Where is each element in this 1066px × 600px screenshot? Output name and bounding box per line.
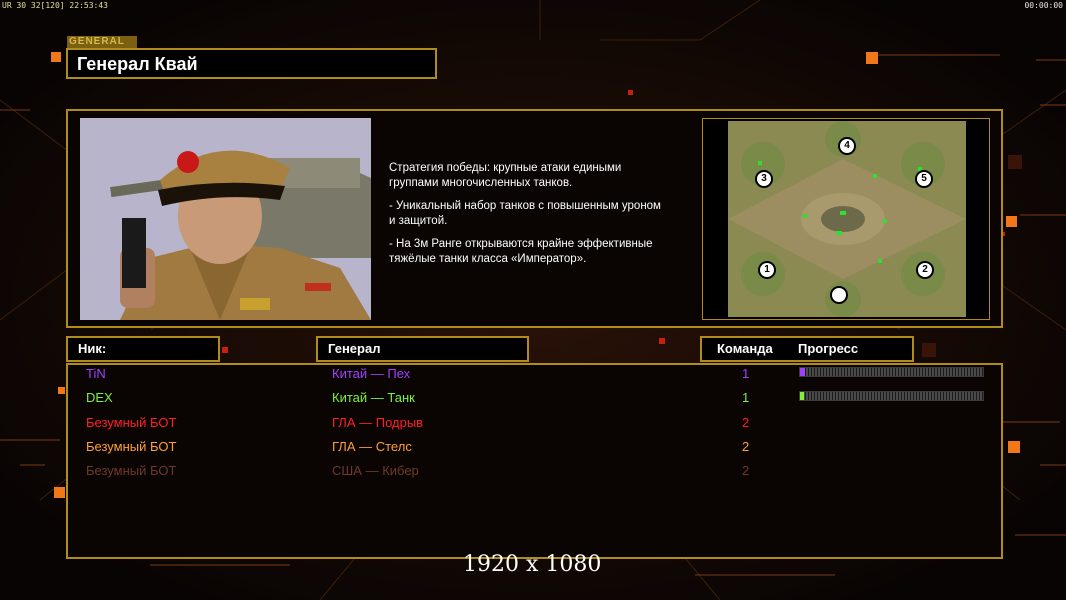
clock-overlay: 00:00:00 xyxy=(1024,1,1063,10)
player-team[interactable]: 1 xyxy=(742,390,754,405)
general-portrait xyxy=(80,118,371,320)
title-panel: Генерал Квай xyxy=(66,48,437,79)
player-row[interactable]: Безумный БОТ ГЛА — Подрыв 2 xyxy=(0,415,1066,433)
spawn-marker-5[interactable]: 5 xyxy=(915,170,933,188)
player-team[interactable]: 2 xyxy=(742,463,754,478)
spawn-marker-2[interactable]: 2 xyxy=(916,261,934,279)
player-team[interactable]: 2 xyxy=(742,439,754,454)
header-progress: Прогресс xyxy=(798,341,859,356)
spawn-marker-4[interactable]: 4 xyxy=(838,137,856,155)
player-row[interactable]: Безумный БОТ ГЛА — Стелс 2 xyxy=(0,439,1066,457)
portrait-illustration xyxy=(80,118,371,320)
fps-readout: UR 30 32[120] 22:53:43 xyxy=(2,1,108,10)
spawn-marker-empty[interactable] xyxy=(830,286,848,304)
player-general[interactable]: США — Кибер xyxy=(332,463,419,478)
general-tag: GENERAL xyxy=(67,36,137,48)
player-nick[interactable]: Безумный БОТ xyxy=(86,415,176,430)
progress-fill xyxy=(800,368,805,376)
player-nick[interactable]: Безумный БОТ xyxy=(86,463,176,478)
header-nick: Ник: xyxy=(66,336,220,362)
description-line: Стратегия победы: крупные атаки едиными … xyxy=(389,162,622,189)
spawn-marker-3[interactable]: 3 xyxy=(755,170,773,188)
player-row[interactable]: TiN Китай — Пех 1 xyxy=(0,366,1066,384)
header-general: Генерал xyxy=(316,336,529,362)
spawn-marker-1[interactable]: 1 xyxy=(758,261,776,279)
player-general[interactable]: ГЛА — Стелс xyxy=(332,439,412,454)
description-line: - Уникальный набор танков с повышенным у… xyxy=(389,200,661,227)
player-row[interactable]: DEX Китай — Танк 1 xyxy=(0,390,1066,408)
progress-bar xyxy=(799,367,984,377)
player-nick[interactable]: Безумный БОТ xyxy=(86,439,176,454)
player-nick[interactable]: DEX xyxy=(86,390,113,405)
header-team: Команда xyxy=(717,341,773,356)
resolution-label: 1920 x 1080 xyxy=(463,552,602,577)
description-line: - На 3м Ранге открываются крайне эффекти… xyxy=(389,238,653,265)
player-team[interactable]: 1 xyxy=(742,366,754,381)
player-nick[interactable]: TiN xyxy=(86,366,106,381)
player-general[interactable]: Китай — Пех xyxy=(332,366,410,381)
player-row[interactable]: Безумный БОТ США — Кибер 2 xyxy=(0,463,1066,481)
player-general[interactable]: ГЛА — Подрыв xyxy=(332,415,423,430)
header-team-progress: Команда Прогресс xyxy=(700,336,914,362)
strategy-description: Стратегия победы: крупные атаки едиными … xyxy=(389,161,694,275)
general-title: Генерал Квай xyxy=(77,54,198,74)
progress-fill xyxy=(800,392,804,400)
progress-bar xyxy=(799,391,984,401)
fps-overlay: UR 30 32[120] 22:53:43 xyxy=(2,1,108,10)
player-general[interactable]: Китай — Танк xyxy=(332,390,415,405)
player-team[interactable]: 2 xyxy=(742,415,754,430)
